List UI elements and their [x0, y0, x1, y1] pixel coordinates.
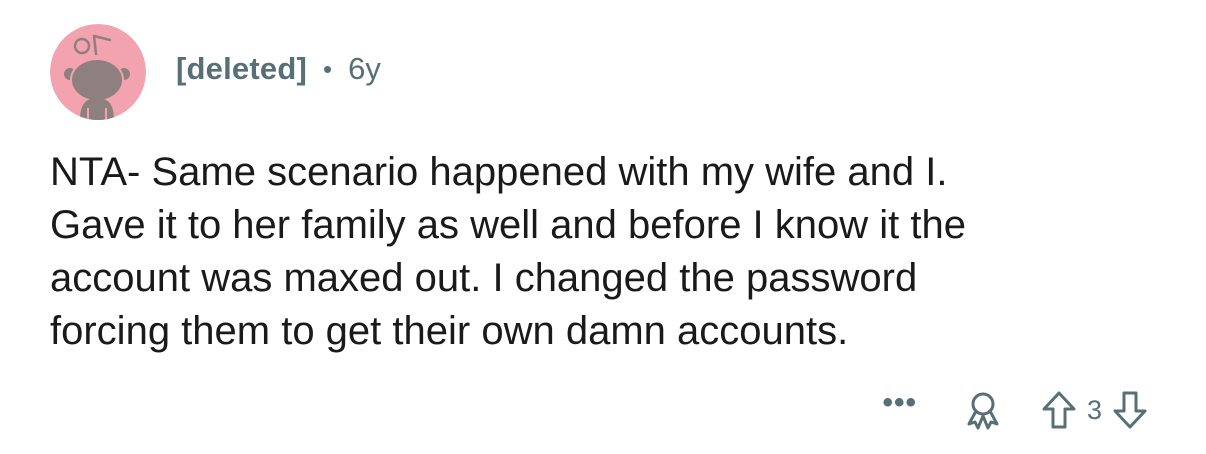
avatar[interactable] — [50, 24, 146, 120]
snoo-avatar-icon — [50, 24, 146, 120]
comment-header: [deleted] • 6y — [50, 24, 381, 120]
downvote-button[interactable] — [1106, 386, 1154, 434]
comment-body-line: account was maxed out. I changed the pas… — [50, 256, 918, 300]
upvote-button[interactable] — [1035, 386, 1083, 434]
more-options-button[interactable]: ••• — [882, 386, 917, 420]
comment-age: 6y — [348, 51, 381, 86]
comment-body-line: Gave it to her family as well and before… — [50, 203, 966, 247]
comment-actions: ••• 3 — [882, 382, 1154, 438]
comment-meta: [deleted] • 6y — [176, 51, 381, 87]
award-icon — [967, 392, 999, 430]
vote-controls: 3 — [1035, 386, 1154, 434]
comment-body: NTA- Same scenario happened with my wife… — [50, 146, 1170, 358]
comment-body-line: NTA- Same scenario happened with my wife… — [50, 150, 948, 194]
downvote-arrow-icon — [1113, 391, 1147, 429]
award-button[interactable] — [959, 386, 1007, 434]
comment-body-line: forcing them to get their own damn accou… — [50, 309, 849, 353]
meta-separator: • — [322, 53, 333, 84]
comment: [deleted] • 6y NTA- Same scenario happen… — [0, 0, 1206, 454]
upvote-arrow-icon — [1042, 391, 1076, 429]
vote-score: 3 — [1086, 394, 1102, 425]
author-name[interactable]: [deleted] — [176, 51, 307, 87]
